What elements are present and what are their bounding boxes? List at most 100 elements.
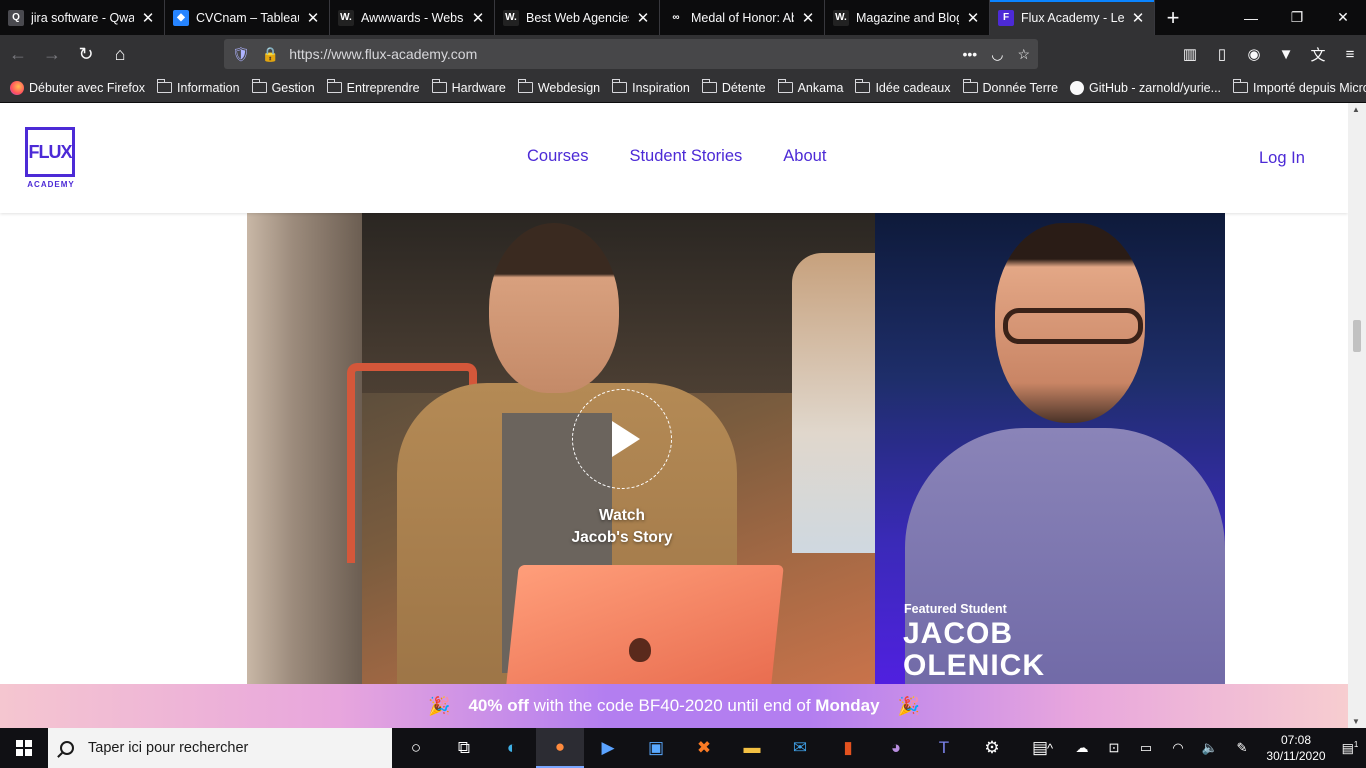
nav-about[interactable]: About <box>783 147 826 166</box>
show-hidden-icons-icon[interactable]: ^ <box>1034 741 1066 756</box>
vpn-extension-icon[interactable]: ▼ <box>1270 46 1302 63</box>
watch-label: Watch <box>599 507 645 524</box>
url-text[interactable]: https://www.flux-academy.com <box>289 46 962 62</box>
url-bar[interactable]: 🛡 🔒 https://www.flux-academy.com ••• ◡ ☆ <box>224 39 1038 69</box>
bookmark-item[interactable]: Entreprendre <box>326 79 420 95</box>
sidebar-icon[interactable]: ▯ <box>1206 45 1238 63</box>
bookmark-item[interactable]: Inspiration <box>612 79 690 95</box>
browser-tab[interactable]: Qjira software - Qwant ✕ <box>0 0 165 35</box>
onedrive-icon[interactable]: ☁ <box>1066 740 1098 756</box>
restore-icon[interactable]: ❐ <box>1274 0 1320 35</box>
browser-tab[interactable]: F Flux Academy - Lear ✕ <box>990 0 1155 35</box>
powershell-icon[interactable]: ▶ <box>584 728 632 768</box>
watch-story-caption[interactable]: Watch Jacob's Story <box>547 505 697 549</box>
close-tab-icon[interactable]: ✕ <box>305 9 321 27</box>
scrollbar-thumb[interactable] <box>1353 320 1361 352</box>
tab-favicon-icon: Q <box>8 9 24 26</box>
library-icon[interactable]: ▥ <box>1174 45 1206 63</box>
wifi-icon[interactable]: ◠ <box>1162 740 1194 756</box>
teams-icon[interactable]: T <box>920 728 968 768</box>
start-button[interactable] <box>0 728 48 768</box>
office-icon[interactable]: ▮ <box>824 728 872 768</box>
file-explorer-icon[interactable]: ▬ <box>728 728 776 768</box>
video-railing <box>247 213 362 685</box>
flux-academy-logo[interactable]: FLUX ACADEMY <box>25 127 77 189</box>
extension-icon[interactable]: ◉ <box>1238 45 1270 63</box>
mail-icon[interactable]: ✉ <box>776 728 824 768</box>
bookmark-item[interactable]: Débuter avec Firefox <box>10 80 145 95</box>
menu-icon[interactable]: ≡ <box>1334 46 1366 63</box>
browser-tab[interactable]: W. Best Web Agencies in ✕ <box>495 0 660 35</box>
tab-favicon-icon: F <box>998 9 1014 26</box>
browser-tab[interactable]: ∞ Medal of Honor: Abov ✕ <box>660 0 825 35</box>
notifications-icon[interactable]: ▤1 <box>1334 740 1366 756</box>
reload-icon[interactable]: ↻ <box>70 38 102 70</box>
video-background-person <box>792 253 875 553</box>
taskbar-search[interactable]: Taper ici pour rechercher <box>48 728 392 768</box>
nav-student-stories[interactable]: Student Stories <box>629 147 742 166</box>
video-thumbnail[interactable]: Watch Jacob's Story <box>247 213 875 685</box>
home-icon[interactable]: ⌂ <box>104 38 136 70</box>
bookmark-item[interactable]: Détente <box>701 79 766 95</box>
close-tab-icon[interactable]: ✕ <box>1130 9 1146 27</box>
security-icon[interactable]: ⊡ <box>1098 740 1130 756</box>
battery-icon[interactable]: ▭ <box>1130 740 1162 756</box>
promo-banner[interactable]: 🎉 40% off with the code BF40-2020 until … <box>0 684 1348 728</box>
volume-icon[interactable]: 🔈 <box>1194 740 1226 756</box>
settings-icon[interactable]: ⚙ <box>968 728 1016 768</box>
close-tab-icon[interactable]: ✕ <box>965 9 981 27</box>
page-actions-icon[interactable]: ••• <box>963 46 978 63</box>
login-link[interactable]: Log In <box>1259 149 1305 168</box>
xampp-icon[interactable]: ✖ <box>680 728 728 768</box>
scroll-up-icon[interactable]: ▲ <box>1352 105 1360 114</box>
bookmark-item[interactable]: Importé depuis Micros... <box>1233 79 1366 95</box>
translate-icon[interactable]: 文 <box>1302 44 1334 65</box>
edge-icon[interactable]: ◐ <box>488 728 536 768</box>
new-tab-icon[interactable]: + <box>1155 0 1191 35</box>
scroll-down-icon[interactable]: ▼ <box>1352 717 1360 726</box>
folder-icon <box>1233 79 1249 93</box>
bookmark-item[interactable]: Idée cadeaux <box>855 79 951 95</box>
bookmark-star-icon[interactable]: ☆ <box>1017 46 1030 63</box>
back-icon[interactable]: ← <box>2 38 34 70</box>
close-window-icon[interactable]: ✕ <box>1320 0 1366 35</box>
taskbar-clock[interactable]: 07:08 30/11/2020 <box>1258 732 1334 764</box>
close-tab-icon[interactable]: ✕ <box>140 9 156 27</box>
bookmark-item[interactable]: Webdesign <box>517 79 600 95</box>
forward-icon[interactable]: → <box>36 38 68 70</box>
firefox-taskbar-icon[interactable]: ● <box>536 728 584 768</box>
cortana-icon[interactable]: ○ <box>392 728 440 768</box>
github-icon <box>1070 80 1085 95</box>
clock-time: 07:08 <box>1280 733 1312 747</box>
tracking-protection-icon[interactable]: 🛡 <box>232 46 250 63</box>
browser-tab[interactable]: W. Awwwards - Website ✕ <box>330 0 495 35</box>
search-icon <box>60 741 74 755</box>
close-tab-icon[interactable]: ✕ <box>635 9 651 27</box>
lock-icon[interactable]: 🔒 <box>262 46 279 63</box>
close-tab-icon[interactable]: ✕ <box>800 9 816 27</box>
bookmark-item[interactable]: GitHub - zarnold/yurie... <box>1070 80 1221 95</box>
minimize-icon[interactable]: — <box>1228 0 1274 35</box>
close-tab-icon[interactable]: ✕ <box>470 9 486 27</box>
browser-tab[interactable]: ◆ CVCnam – Tableau Ag ✕ <box>165 0 330 35</box>
folder-icon <box>517 79 533 93</box>
bookmark-label: Ankama <box>797 80 844 95</box>
nav-courses[interactable]: Courses <box>527 147 588 166</box>
bookmark-item[interactable]: Donnée Terre <box>962 79 1058 95</box>
page-scrollbar[interactable]: ▲ ▼ <box>1348 103 1366 728</box>
github-desktop-icon[interactable]: ◕ <box>872 728 920 768</box>
task-view-icon[interactable]: ⧉ <box>440 728 488 768</box>
pen-icon[interactable]: ✎ <box>1226 740 1258 756</box>
bookmark-item[interactable]: Gestion <box>251 79 315 95</box>
pocket-icon[interactable]: ◡ <box>991 46 1003 63</box>
bookmark-item[interactable]: Ankama <box>777 79 844 95</box>
tab-label: jira software - Qwant <box>31 10 134 25</box>
bookmark-item[interactable]: Information <box>157 79 240 95</box>
browser-tab[interactable]: W. Magazine and Blog ✕ <box>825 0 990 35</box>
student-glasses <box>1003 308 1143 344</box>
play-button[interactable] <box>572 389 672 489</box>
tab-favicon-icon: ∞ <box>668 9 684 26</box>
bookmark-item[interactable]: Hardware <box>431 79 506 95</box>
bookmark-label: Gestion <box>271 80 315 95</box>
trello-icon[interactable]: ▣ <box>632 728 680 768</box>
